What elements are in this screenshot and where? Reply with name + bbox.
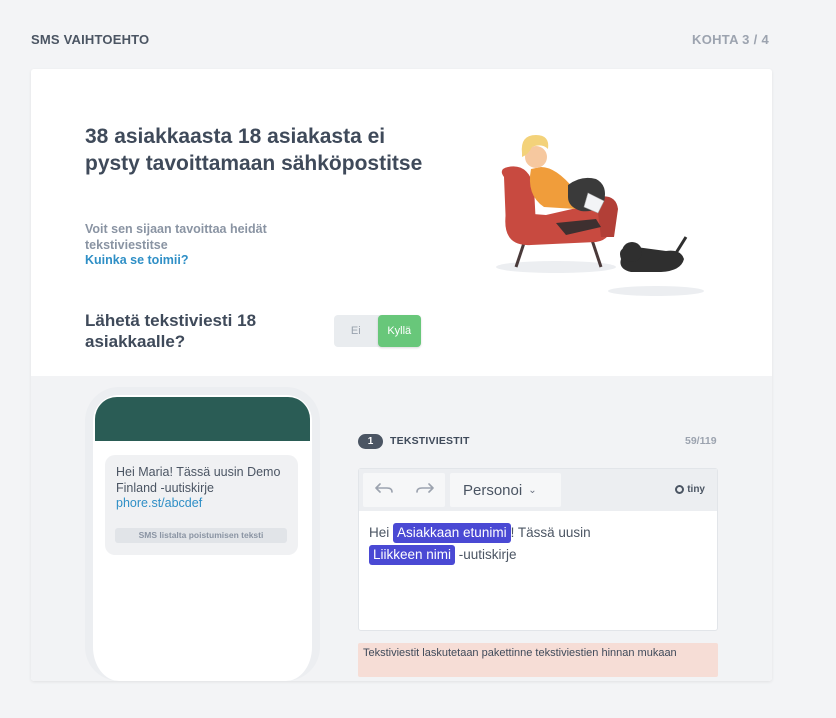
toggle-no-option[interactable]: Ei bbox=[334, 315, 378, 347]
tiny-logo: tiny bbox=[675, 484, 705, 495]
optout-text: SMS listalta poistumisen teksti bbox=[115, 528, 287, 543]
sms-editor: Personoi ⌄ tiny Hei Asiakkaan etunimi! T… bbox=[358, 468, 718, 631]
send-sms-toggle[interactable]: Ei Kyllä bbox=[334, 315, 421, 347]
billing-notice: Tekstiviestit laskutetaan pakettinne tek… bbox=[358, 643, 718, 677]
personalization-tag-first-name[interactable]: Asiakkaan etunimi bbox=[393, 523, 511, 543]
step-indicator: KOHTA 3 / 4 bbox=[692, 32, 769, 47]
character-count: 59/119 bbox=[685, 435, 717, 447]
editor-content[interactable]: Hei Asiakkaan etunimi! Tässä uusin Liikk… bbox=[359, 511, 717, 577]
editor-text-3: -uutiskirje bbox=[455, 547, 517, 562]
personalize-label: Personoi bbox=[463, 481, 523, 499]
tiny-logo-text: tiny bbox=[687, 484, 705, 495]
toggle-yes-option[interactable]: Kyllä bbox=[377, 315, 421, 347]
editor-text-1: Hei bbox=[369, 525, 394, 540]
send-sms-question: Lähetä tekstiviesti 18 asiakkaalle? bbox=[85, 311, 257, 351]
editor-toolbar: Personoi ⌄ tiny bbox=[359, 469, 717, 511]
tiny-logo-icon bbox=[675, 485, 685, 494]
editor-text-2: ! Tässä uusin bbox=[510, 525, 591, 540]
hero-subtext: Voit sen sijaan tavoittaa heidät tekstiv… bbox=[85, 222, 267, 252]
chevron-down-icon: ⌄ bbox=[528, 484, 537, 496]
personalization-tag-store-name[interactable]: Liikkeen nimi bbox=[369, 545, 456, 565]
sms-preview-link: phore.st/abcdef bbox=[116, 496, 203, 510]
reading-woman-illustration bbox=[496, 135, 704, 296]
undo-icon[interactable] bbox=[374, 481, 393, 500]
section-number-badge: 1 bbox=[358, 434, 383, 449]
sms-preview-bubble: Hei Maria! Tässä uusin Demo Finland -uut… bbox=[105, 455, 298, 555]
hero-headline: 38 asiakkaasta 18 asiakasta ei pysty tav… bbox=[85, 125, 423, 175]
sms-preview-text: Hei Maria! Tässä uusin Demo Finland -uut… bbox=[116, 465, 281, 495]
personalize-dropdown[interactable]: Personoi ⌄ bbox=[450, 473, 561, 507]
page-title: SMS VAIHTOEHTO bbox=[31, 32, 150, 47]
section-title: TEKSTIVIESTIT bbox=[390, 435, 470, 447]
how-it-works-link[interactable]: Kuinka se toimii? bbox=[85, 253, 189, 267]
undo-redo-group bbox=[363, 473, 445, 507]
phone-preview: Hei Maria! Tässä uusin Demo Finland -uut… bbox=[85, 387, 320, 681]
main-card: 38 asiakkaasta 18 asiakasta ei pysty tav… bbox=[31, 69, 772, 681]
redo-icon[interactable] bbox=[415, 481, 434, 500]
phone-header bbox=[95, 397, 310, 441]
